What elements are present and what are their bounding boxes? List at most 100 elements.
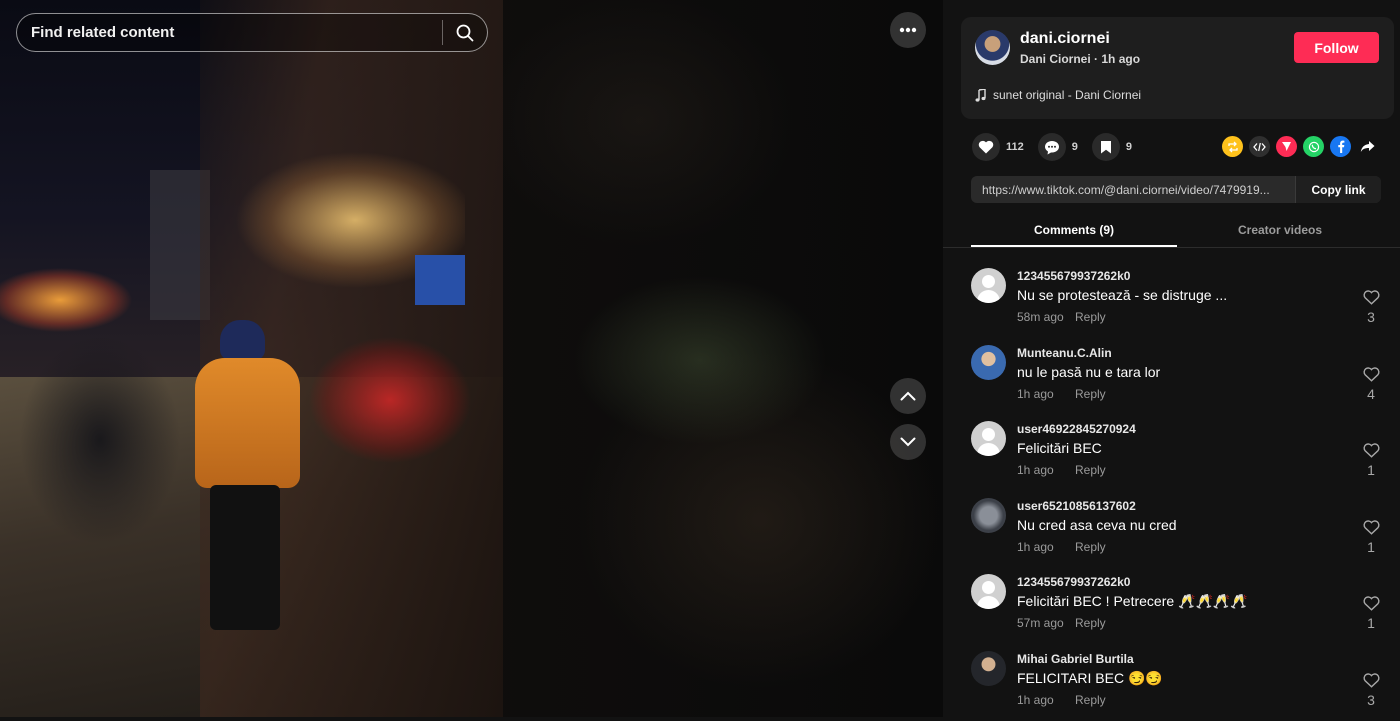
- author-avatar[interactable]: [975, 30, 1010, 65]
- comment-like-count: 1: [1361, 539, 1381, 555]
- comment-like-button[interactable]: [1361, 596, 1381, 616]
- video-scene-lights: [0, 250, 140, 340]
- comment-item: 123455679937262k0 Nu se protestează - se…: [943, 262, 1400, 339]
- video-link-text[interactable]: https://www.tiktok.com/@dani.ciornei/vid…: [971, 183, 1295, 197]
- send-icon[interactable]: [1276, 136, 1297, 157]
- video-player[interactable]: [0, 0, 503, 717]
- video-scene-tables: [300, 330, 480, 490]
- chevron-up-icon: [900, 391, 916, 401]
- comment-like-button[interactable]: [1361, 367, 1381, 387]
- more-options-button[interactable]: [890, 12, 926, 48]
- facebook-f-icon: [1337, 140, 1345, 153]
- search-input[interactable]: Find related content: [17, 24, 442, 41]
- heart-outline-icon: [1363, 443, 1380, 458]
- comment-item: user46922845270924 Felicitări BEC 1h ago…: [943, 415, 1400, 492]
- like-button[interactable]: [972, 133, 1000, 161]
- comment-avatar[interactable]: [971, 268, 1006, 303]
- comment-avatar[interactable]: [971, 651, 1006, 686]
- comment-like-button[interactable]: [1361, 443, 1381, 463]
- music-title: sunet original - Dani Ciornei: [993, 88, 1141, 102]
- comment-time: 57m ago: [1017, 616, 1075, 630]
- reply-button[interactable]: Reply: [1075, 540, 1106, 554]
- whatsapp-phone-icon: [1308, 141, 1320, 153]
- panel-tabs: Comments (9) Creator videos: [971, 217, 1391, 247]
- comment-meta: 1h ago Reply: [1017, 387, 1106, 401]
- comment-like-button[interactable]: [1361, 290, 1381, 310]
- author-subtitle: Dani Ciornei · 1h ago: [1020, 52, 1140, 66]
- like-action[interactable]: 112: [972, 133, 1024, 161]
- comment-time: 58m ago: [1017, 310, 1075, 324]
- comment-time: 1h ago: [1017, 387, 1075, 401]
- search-icon: [456, 24, 474, 42]
- comment-list: 123455679937262k0 Nu se protestează - se…: [943, 262, 1400, 721]
- comment-item: 123455679937262k0 Felicitări BEC ! Petre…: [943, 568, 1400, 645]
- author-username[interactable]: dani.ciornei: [1020, 30, 1110, 48]
- code-brackets-icon: [1253, 142, 1266, 152]
- music-link[interactable]: sunet original - Dani Ciornei: [975, 88, 1141, 102]
- heart-outline-icon: [1363, 367, 1380, 382]
- search-bar[interactable]: Find related content: [16, 13, 488, 52]
- save-action[interactable]: 9: [1092, 133, 1132, 161]
- comment-username[interactable]: Munteanu.C.Alin: [1017, 346, 1112, 360]
- video-link-box: https://www.tiktok.com/@dani.ciornei/vid…: [971, 176, 1381, 203]
- comment-like-button[interactable]: [1361, 673, 1381, 693]
- search-button[interactable]: [443, 14, 487, 51]
- previous-video-button[interactable]: [890, 378, 926, 414]
- comment-bubble-icon: [1044, 140, 1060, 155]
- comment-text: Nu cred asa ceva nu cred: [1017, 517, 1177, 533]
- comment-button[interactable]: [1038, 133, 1066, 161]
- next-video-button[interactable]: [890, 424, 926, 460]
- comment-avatar[interactable]: [971, 574, 1006, 609]
- tab-creator-videos[interactable]: Creator videos: [1177, 217, 1383, 247]
- tab-comments[interactable]: Comments (9): [971, 217, 1177, 247]
- comment-meta: 1h ago Reply: [1017, 693, 1106, 707]
- video-area: Find related content: [0, 0, 943, 717]
- comment-text: Felicitări BEC: [1017, 440, 1102, 456]
- video-scene-person-legs: [210, 485, 280, 630]
- video-scene-person-hat: [220, 320, 265, 360]
- comment-text: Nu se protestează - se distruge ...: [1017, 287, 1227, 303]
- reply-button[interactable]: Reply: [1075, 693, 1106, 707]
- comment-username[interactable]: 123455679937262k0: [1017, 269, 1130, 283]
- heart-icon: [978, 140, 994, 154]
- comment-action[interactable]: 9: [1038, 133, 1078, 161]
- comment-time: 1h ago: [1017, 693, 1075, 707]
- share-arrow-icon[interactable]: [1357, 136, 1378, 157]
- comment-username[interactable]: user65210856137602: [1017, 499, 1136, 513]
- follow-button[interactable]: Follow: [1294, 32, 1379, 63]
- comment-username[interactable]: Mihai Gabriel Burtila: [1017, 652, 1134, 666]
- heart-outline-icon: [1363, 596, 1380, 611]
- comment-like-count: 3: [1361, 309, 1381, 325]
- embed-icon[interactable]: [1249, 136, 1270, 157]
- comment-username[interactable]: 123455679937262k0: [1017, 575, 1130, 589]
- video-scene-person: [195, 320, 305, 640]
- chevron-down-icon: [900, 437, 916, 447]
- comment-avatar[interactable]: [971, 345, 1006, 380]
- reply-button[interactable]: Reply: [1075, 616, 1106, 630]
- video-scene-crowd: [0, 330, 200, 560]
- comment-item: Mihai Gabriel Burtila FELICITARI BEC 😏😏 …: [943, 645, 1400, 721]
- comment-avatar[interactable]: [971, 498, 1006, 533]
- forward-arrow-icon: [1360, 140, 1375, 153]
- copy-link-button[interactable]: Copy link: [1295, 176, 1381, 203]
- reply-button[interactable]: Reply: [1075, 463, 1106, 477]
- facebook-icon[interactable]: [1330, 136, 1351, 157]
- action-bar: 112 9 9: [972, 133, 1146, 161]
- comment-avatar[interactable]: [971, 421, 1006, 456]
- video-scene-tv: [415, 255, 465, 305]
- ellipsis-icon: [899, 27, 917, 33]
- like-count: 112: [1006, 141, 1024, 153]
- reply-button[interactable]: Reply: [1075, 310, 1106, 324]
- save-button[interactable]: [1092, 133, 1120, 161]
- reply-button[interactable]: Reply: [1075, 387, 1106, 401]
- repost-icon[interactable]: [1222, 136, 1243, 157]
- whatsapp-icon[interactable]: [1303, 136, 1324, 157]
- comment-like-button[interactable]: [1361, 520, 1381, 540]
- comment-like-count: 1: [1361, 462, 1381, 478]
- video-scene-person-jacket: [195, 358, 300, 488]
- paper-plane-icon: [1281, 141, 1292, 152]
- author-display-name[interactable]: Dani Ciornei: [1020, 52, 1091, 66]
- comment-username[interactable]: user46922845270924: [1017, 422, 1136, 436]
- music-note-icon: [975, 89, 986, 102]
- comment-text: nu le pasă nu e tara lor: [1017, 364, 1160, 380]
